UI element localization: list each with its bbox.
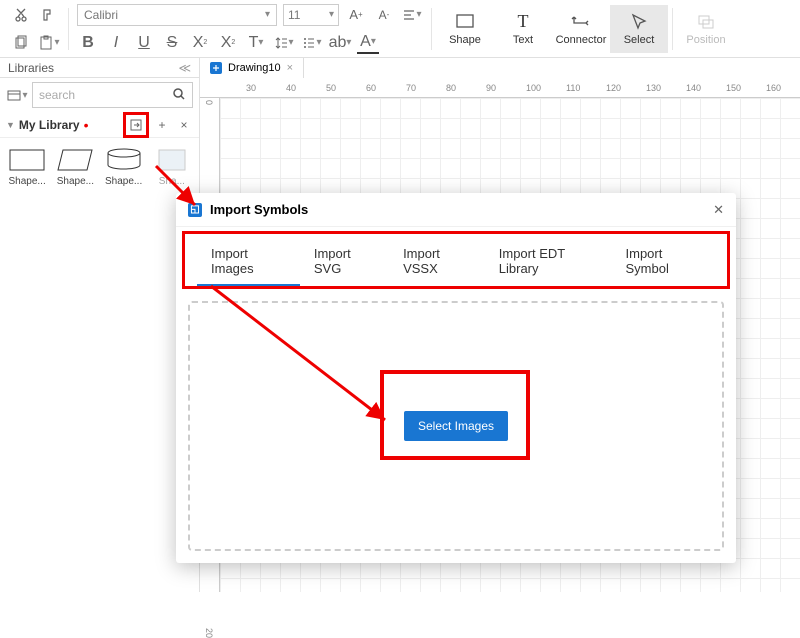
italic-icon[interactable]: I [105,32,127,54]
superscript-icon[interactable]: X2 [189,32,211,54]
cut-icon[interactable] [10,4,32,26]
bullets-icon[interactable]: ▾ [301,32,323,54]
bold-icon[interactable]: B [77,32,99,54]
font-color-icon[interactable]: A▾ [357,32,379,54]
font-family-select[interactable]: Calibri▾ [77,4,277,26]
align-icon[interactable]: ▾ [401,4,423,26]
ruler-horizontal: 30405060708090100110120130140150160 [200,78,800,98]
shape-thumb[interactable]: Shape... [103,148,145,187]
main-toolbar: ▾ Calibri▾ 11▾ A+ A- ▾ B I U S X2 X2 T▾ … [0,0,800,58]
document-tab[interactable]: Drawing10 × [200,58,304,78]
shape-thumb[interactable]: Shape... [54,148,96,187]
text-tool[interactable]: T Text [494,5,552,53]
paste-icon[interactable]: ▾ [38,32,60,54]
library-picker-icon[interactable]: ▾ [6,84,28,106]
dialog-tabs: Import Images Import SVG Import VSSX Imp… [182,231,730,289]
subscript-icon[interactable]: X2 [217,32,239,54]
search-input[interactable]: search [32,82,193,108]
tab-import-svg[interactable]: Import SVG [300,242,389,286]
modified-indicator: • [84,121,89,129]
tab-import-symbol[interactable]: Import Symbol [612,242,716,286]
grow-font-icon[interactable]: A+ [345,4,367,26]
position-tool: Position [677,5,735,53]
underline-icon[interactable]: U [133,32,155,54]
connector-tool[interactable]: Connector [552,5,610,53]
tab-import-images[interactable]: Import Images [197,242,300,286]
libraries-panel: Libraries ≪ ▾ search ▼ My Library • + × … [0,58,200,592]
search-icon[interactable] [172,87,186,104]
tab-import-vssx[interactable]: Import VSSX [389,242,485,286]
import-library-icon[interactable] [127,116,145,134]
library-header[interactable]: ▼ My Library • + × [0,112,199,138]
close-library-icon[interactable]: × [175,116,193,134]
format-painter-icon[interactable] [38,4,60,26]
dialog-icon: ◱ [188,203,202,217]
doc-icon [210,62,222,74]
panel-title: Libraries [8,61,54,75]
tab-import-edt[interactable]: Import EDT Library [485,242,612,286]
font-size-select[interactable]: 11▾ [283,4,339,26]
select-tool[interactable]: Select [610,5,668,53]
annotation-box [380,370,530,460]
shrink-font-icon[interactable]: A- [373,4,395,26]
strike-icon[interactable]: S [161,32,183,54]
close-dialog-icon[interactable]: ✕ [713,202,724,218]
close-tab-icon[interactable]: × [287,62,293,74]
text-direction-icon[interactable]: ab▾ [329,32,351,54]
shape-thumb[interactable]: Sha... [151,148,193,187]
text-case-icon[interactable]: T▾ [245,32,267,54]
expand-icon[interactable]: ▼ [6,120,15,130]
line-spacing-icon[interactable]: ▾ [273,32,295,54]
shape-tool[interactable]: Shape [436,5,494,53]
collapse-panel-icon[interactable]: ≪ [178,61,191,75]
copy-icon[interactable] [10,32,32,54]
add-library-icon[interactable]: + [153,116,171,134]
shape-thumb[interactable]: Shape... [6,148,48,187]
dialog-title: Import Symbols [210,202,308,217]
